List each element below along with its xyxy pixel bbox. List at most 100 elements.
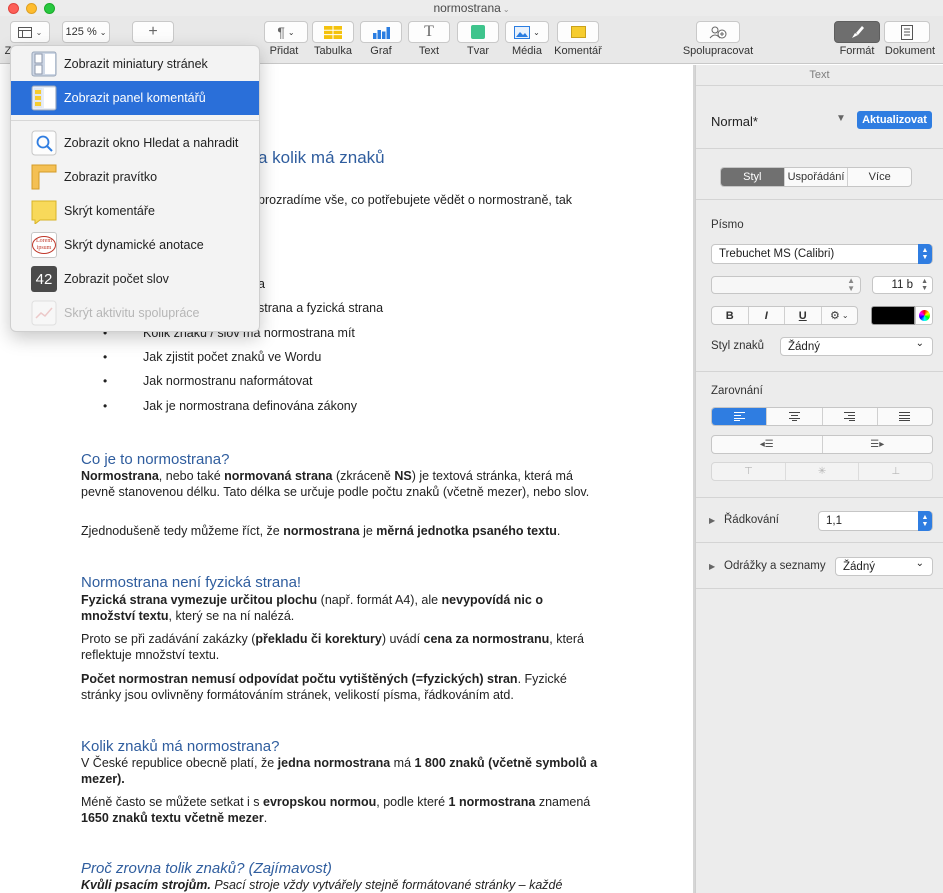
menu-item-find-replace[interactable]: Zobrazit okno Hledat a nahradit [11, 126, 259, 160]
chevron-down-icon: ⌄ [99, 27, 107, 37]
align-right-button[interactable] [823, 408, 878, 425]
text-button[interactable]: T [408, 21, 450, 43]
increase-indent-button[interactable]: ☰▸ [823, 436, 933, 453]
menu-item-label: Zobrazit počet slov [64, 272, 169, 286]
media-button[interactable]: ⌄ [505, 21, 549, 43]
panel-tab-title[interactable]: Text [696, 69, 943, 81]
chevron-down-icon: ⌄ [915, 338, 924, 349]
align-right-icon [844, 412, 856, 421]
document-icon [901, 24, 913, 40]
format-tabs: Styl Uspořádání Více [720, 167, 912, 187]
menu-item-label: Zobrazit panel komentářů [64, 91, 206, 105]
line-spacing-popup[interactable]: 1,1 ▲ ▼ [818, 511, 933, 531]
intro-paragraph: prozradíme vše, co potřebujete vědět o n… [258, 193, 573, 207]
updown-arrows-icon: ▲ ▼ [918, 511, 932, 531]
divider [696, 542, 943, 543]
add-page-button[interactable]: + [132, 21, 174, 43]
tab-layout[interactable]: Uspořádání [785, 168, 849, 186]
plus-icon: + [148, 23, 158, 40]
style-dropdown-arrow-icon[interactable]: ▼ [836, 113, 846, 124]
chart-button[interactable] [360, 21, 402, 43]
font-family-popup[interactable]: Trebuchet MS (Calibri) ▲ ▼ [711, 244, 933, 264]
color-picker-button[interactable] [915, 306, 933, 325]
collaborate-icon [709, 26, 727, 39]
update-style-button[interactable]: Aktualizovat [857, 111, 932, 129]
word-count-icon: 42 [30, 265, 58, 293]
divider [696, 148, 943, 149]
decrease-indent-button[interactable]: ◂☰ [712, 436, 823, 453]
char-style-popup[interactable]: Žádný ⌄ [780, 337, 933, 356]
menu-item-ruler[interactable]: Zobrazit pravítko [11, 160, 259, 194]
text-options-button[interactable]: ⚙︎ ⌄ [822, 307, 858, 324]
align-center-icon [788, 412, 800, 421]
menu-item-label: Zobrazit okno Hledat a nahradit [64, 136, 239, 150]
bullet: • [103, 374, 108, 388]
char-style-label: Styl znaků [711, 340, 765, 352]
paragraph-style-name[interactable]: Normal* [711, 114, 758, 129]
document-label: Dokument [884, 45, 936, 57]
toc-item[interactable]: Jak zjistit počet znaků ve Wordu [143, 350, 321, 364]
updown-arrows-icon: ▲ ▼ [847, 276, 855, 293]
toc-item[interactable]: Jak normostranu naformátovat [143, 374, 313, 388]
menu-item-hide-comments[interactable]: Skrýt komentáře [11, 194, 259, 228]
paragraph-icon: ¶ [277, 24, 285, 40]
tab-style[interactable]: Styl [721, 168, 785, 186]
menu-item-comments-pane[interactable]: Zobrazit panel komentářů [11, 81, 259, 115]
chevron-down-icon: ⌄ [841, 311, 849, 320]
text-style-buttons: B I U ⚙︎ ⌄ [711, 306, 858, 325]
font-size-stepper[interactable]: ▲ ▼ [921, 278, 928, 292]
menu-item-page-thumbnails[interactable]: Zobrazit miniatury stránek [11, 47, 259, 81]
table-button[interactable] [312, 21, 354, 43]
chevron-down-icon: ⌄ [533, 27, 540, 37]
paragraph-count-1: V České republice obecně platí, že jedna… [81, 756, 598, 786]
document-button[interactable] [884, 21, 930, 43]
font-size-field[interactable]: 11 b ▲ ▼ [872, 276, 933, 294]
zoom-value: 125 % [65, 26, 97, 38]
format-button[interactable] [834, 21, 880, 43]
align-bottom-button[interactable]: ⊥ [859, 463, 932, 480]
comment-button[interactable] [557, 21, 599, 43]
chart-icon [373, 26, 390, 39]
title-chevron-icon: ⌄ [502, 5, 510, 14]
menu-item-word-count[interactable]: 42 Zobrazit počet slov [11, 262, 259, 296]
increase-indent-icon: ☰▸ [870, 439, 885, 450]
zoom-popup[interactable]: 125 % ⌄ [62, 21, 110, 43]
insert-button[interactable]: ¶ ⌄ [264, 21, 308, 43]
justify-button[interactable] [878, 408, 932, 425]
toc-item[interactable]: Jak je normostrana definována zákony [143, 399, 357, 413]
disclosure-triangle-icon[interactable]: ▶ [709, 516, 715, 525]
comment-label: Komentář [554, 45, 602, 57]
font-section-label: Písmo [711, 219, 744, 231]
lists-value: Žádný [843, 560, 875, 573]
text-color-well[interactable] [871, 306, 915, 325]
shape-button[interactable] [457, 21, 499, 43]
align-top-button[interactable]: ⊤ [712, 463, 786, 480]
format-sidebar: Text Normal* ▼ Aktualizovat Styl Uspořád… [695, 65, 943, 893]
paragraph-phys-2: Proto se při zadávání zakázky (překladu … [81, 632, 585, 662]
italic-button[interactable]: I [749, 307, 785, 324]
divider [696, 85, 943, 86]
chevron-down-icon: ⌄ [915, 558, 924, 569]
align-left-button[interactable] [712, 408, 768, 425]
underline-button[interactable]: U [785, 307, 822, 324]
collaborate-button[interactable] [696, 21, 740, 43]
paragraph-phys-3: Počet normostran nemusí odpovídat počtu … [81, 672, 567, 702]
view-menu-button[interactable]: ⌄ [10, 21, 50, 43]
shape-icon [471, 25, 485, 39]
divider [696, 199, 943, 200]
menu-item-collaboration-activity: Skrýt aktivitu spolupráce [11, 296, 259, 330]
collaborate-label: Spolupracovat [682, 45, 754, 57]
menu-item-dynamic-annotations[interactable]: Lorem ipsum Skrýt dynamické anotace [11, 228, 259, 262]
align-middle-button[interactable]: ✳ [786, 463, 860, 480]
window-title[interactable]: normostrana ⌄ [0, 1, 943, 15]
justify-icon [899, 412, 911, 421]
bold-button[interactable]: B [712, 307, 749, 324]
toc-item[interactable]: strana a fyzická strana [258, 301, 383, 315]
table-icon [324, 25, 342, 39]
disclosure-triangle-icon[interactable]: ▶ [709, 562, 715, 571]
alignment-buttons [711, 407, 933, 426]
tab-more[interactable]: Více [848, 168, 911, 186]
align-center-button[interactable] [767, 408, 823, 425]
typeface-popup[interactable]: ▲ ▼ [711, 276, 861, 294]
lists-popup[interactable]: Žádný ⌄ [835, 557, 933, 576]
